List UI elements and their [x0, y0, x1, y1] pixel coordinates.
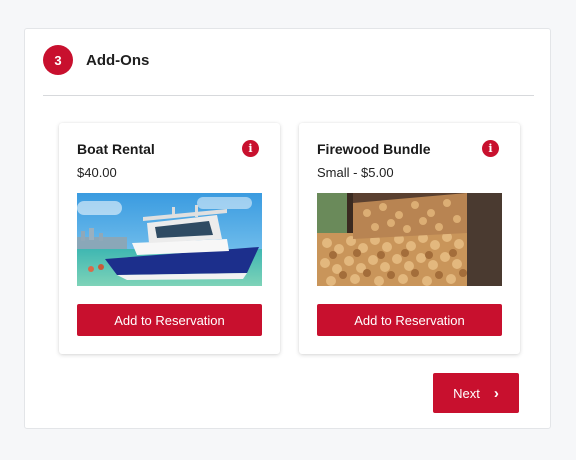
- chevron-right-icon: ›: [493, 384, 499, 402]
- addon-price: Small - $5.00: [317, 165, 394, 180]
- add-to-reservation-button[interactable]: Add to Reservation: [77, 304, 262, 336]
- next-button-label: Next: [453, 385, 480, 401]
- info-icon[interactable]: i: [242, 140, 259, 157]
- next-button[interactable]: Next ›: [433, 373, 519, 413]
- firewood-photo: [317, 193, 502, 286]
- info-icon[interactable]: i: [482, 140, 499, 157]
- addon-price: $40.00: [77, 165, 117, 180]
- addon-title: Boat Rental: [77, 141, 155, 157]
- header-divider: [43, 95, 534, 96]
- addon-card-firewood-bundle: Firewood Bundle i Small - $5.00 Add to R…: [299, 123, 520, 354]
- step-title: Add-Ons: [86, 51, 150, 69]
- add-to-reservation-button[interactable]: Add to Reservation: [317, 304, 502, 336]
- addon-title: Firewood Bundle: [317, 141, 431, 157]
- step-number-badge: 3: [43, 45, 73, 75]
- addon-card-boat-rental: Boat Rental i $40.00 Add to Reservation: [59, 123, 280, 354]
- step-header: 3 Add-Ons: [43, 45, 149, 75]
- addons-panel: 3 Add-Ons Boat Rental i $40.00 Add to Re…: [24, 28, 551, 429]
- boat-photo: [77, 193, 262, 286]
